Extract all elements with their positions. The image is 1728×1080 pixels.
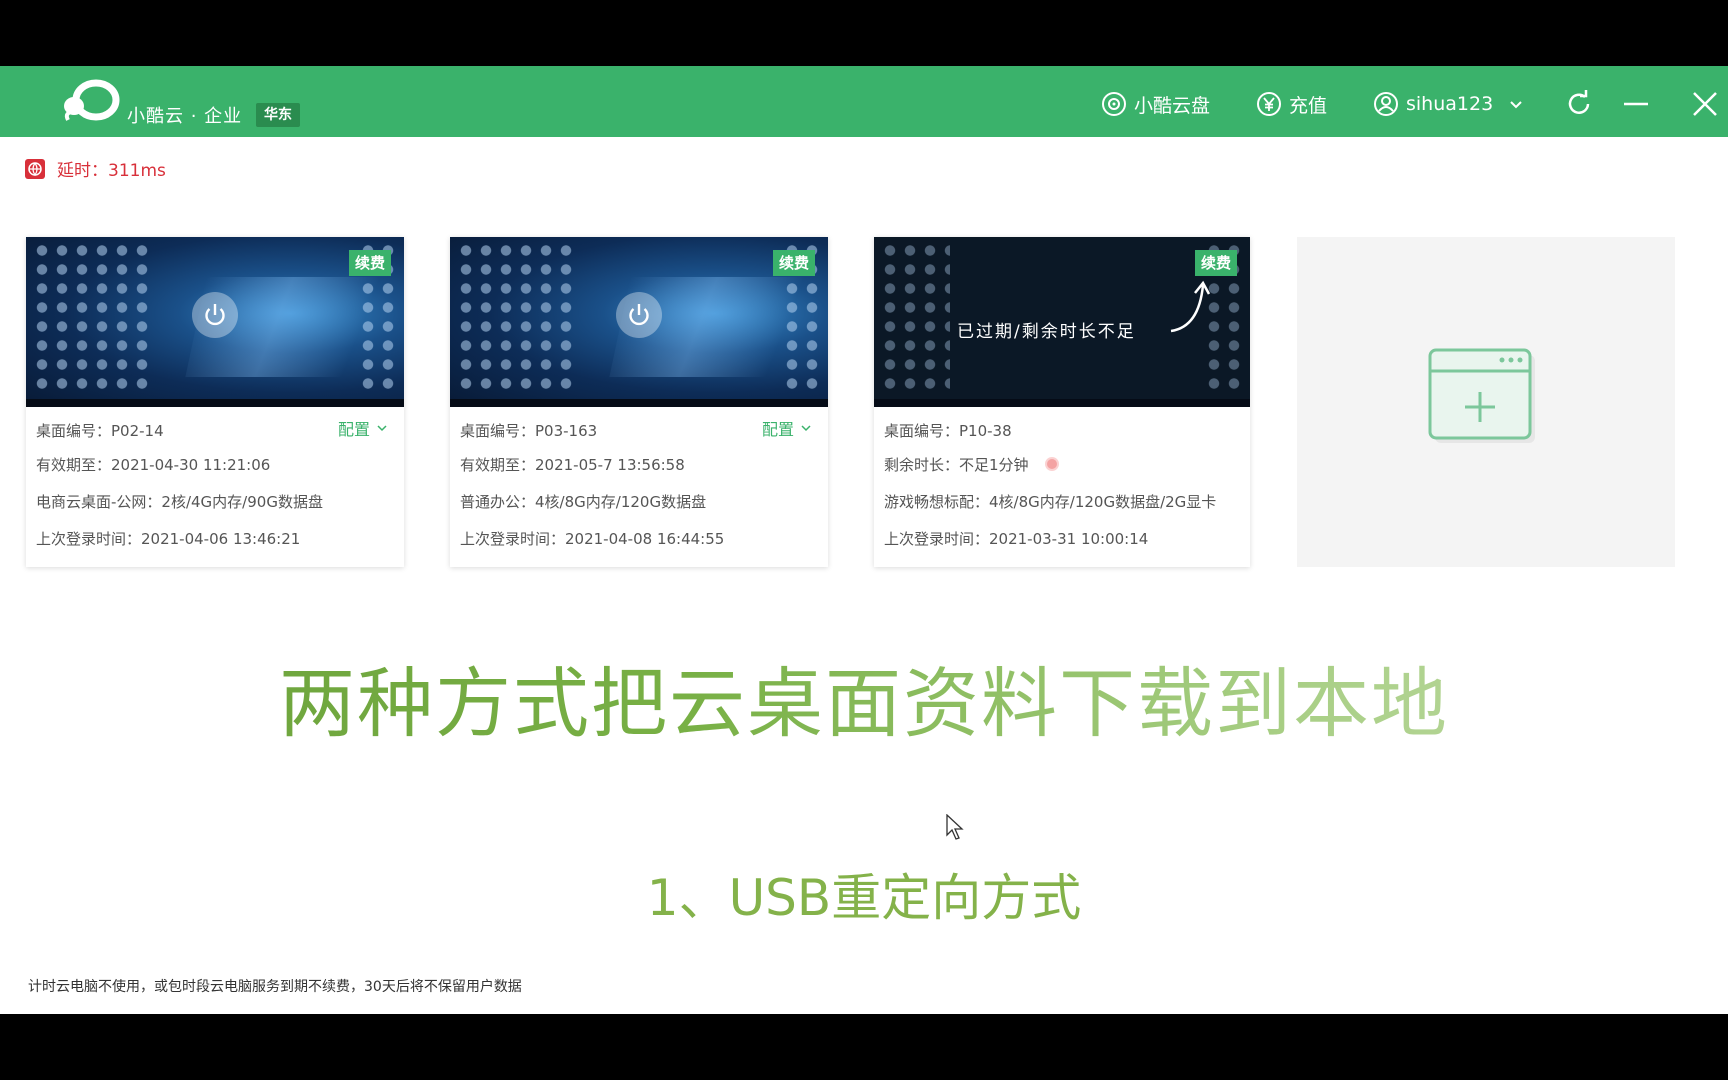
desktop-spec: 游戏畅想标配：4核/8G内存/120G数据盘/2G显卡 [884,493,1217,511]
expiry-date: 有效期至：2021-04-30 11:21:06 [36,456,271,474]
add-desktop-card[interactable] [1297,237,1675,567]
user-icon [1374,92,1398,116]
desktop-spec: 普通办公：4核/8G内存/120G数据盘 [460,493,707,511]
yuan-icon [1257,92,1281,116]
chevron-down-icon [801,425,811,432]
globe-icon [25,158,45,179]
power-button[interactable] [192,292,238,338]
config-dropdown[interactable]: 配置 [338,416,388,440]
power-icon [629,304,649,326]
desktop-thumbnail: 已过期/剩余时长不足 续费 [874,237,1250,407]
remaining-time-row: 剩余时长：不足1分钟 [884,454,1059,475]
overlay-subhead: 1、USB重定向方式 [646,869,1082,927]
warning-dot-icon [1044,457,1059,471]
config-dropdown[interactable]: 配置 [762,416,812,440]
chevron-down-icon [377,425,387,432]
minimize-icon[interactable] [1620,88,1652,120]
desktop-spec: 电商云桌面-公网：2核/4G内存/90G数据盘 [36,493,323,511]
renew-button[interactable]: 续费 [772,250,815,276]
expiry-date: 有效期至：2021-05-7 13:56:58 [460,456,685,474]
logo-icon [64,79,120,121]
config-label: 配置 [337,420,370,439]
latency-indicator: 延时：311ms [25,156,166,181]
brand-name: 小酷云 · 企业 [127,106,243,127]
cloud-disk-icon [1102,92,1126,116]
remaining-time: 剩余时长：不足1分钟 [884,456,1029,474]
last-login: 上次登录时间：2021-04-08 16:44:55 [460,530,725,548]
expired-overlay-text: 已过期/剩余时长不足 [957,322,1136,342]
renew-button[interactable]: 续费 [1194,250,1237,276]
chevron-down-icon [1510,101,1522,109]
desktop-card-expired[interactable]: 已过期/剩余时长不足 续费 桌面编号：P10-38 剩余时长：不足1分钟 游戏畅… [874,237,1250,567]
last-login: 上次登录时间：2021-03-31 10:00:14 [884,530,1149,548]
desktop-card[interactable]: 续费 桌面编号：P02-14 配置 有效期至：2021-04-30 11:21:… [26,237,404,567]
power-button[interactable] [616,292,662,338]
power-icon [205,304,225,326]
user-menu[interactable]: sihua123 [1373,90,1524,118]
header-bar: 小酷云 · 企业 华东 小酷云盘 充值 sihua123 [0,66,1728,137]
username-label: sihua123 [1406,93,1494,115]
desktop-icons [880,241,950,391]
desktop-icons [456,241,576,391]
desktop-icons [32,241,152,391]
mouse-cursor-icon [946,814,964,840]
desktop-thumbnail: 续费 [450,237,828,407]
renew-button[interactable]: 续费 [348,250,391,276]
desktop-id: 桌面编号：P10-38 [884,422,1012,440]
add-window-icon [1428,348,1535,443]
cloud-disk-label: 小酷云盘 [1134,94,1211,117]
overlay-headline: 两种方式把云桌面资料下载到本地 [0,659,1728,749]
desktop-id: 桌面编号：P03-163 [460,422,598,440]
recharge-label: 充值 [1289,94,1328,117]
recharge-button[interactable]: 充值 [1256,90,1327,118]
cloud-disk-button[interactable]: 小酷云盘 [1101,90,1210,118]
data-retention-notice: 计时云电脑不使用，或包时段云电脑服务到期不续费，30天后将不保留用户数据 [28,979,522,995]
region-badge: 华东 [256,103,300,127]
desktop-thumbnail: 续费 [26,237,404,407]
last-login: 上次登录时间：2021-04-06 13:46:21 [36,530,301,548]
desktop-id: 桌面编号：P02-14 [36,422,164,440]
latency-text: 延时：311ms [57,161,166,181]
refresh-icon[interactable] [1563,88,1595,120]
arrow-icon [1170,280,1211,333]
config-label: 配置 [761,420,794,439]
close-icon[interactable] [1689,88,1721,120]
desktop-card[interactable]: 续费 桌面编号：P03-163 配置 有效期至：2021-05-7 13:56:… [450,237,828,567]
app-window: 小酷云 · 企业 华东 小酷云盘 充值 sihua123 延时：311ms 续费… [0,66,1728,1014]
